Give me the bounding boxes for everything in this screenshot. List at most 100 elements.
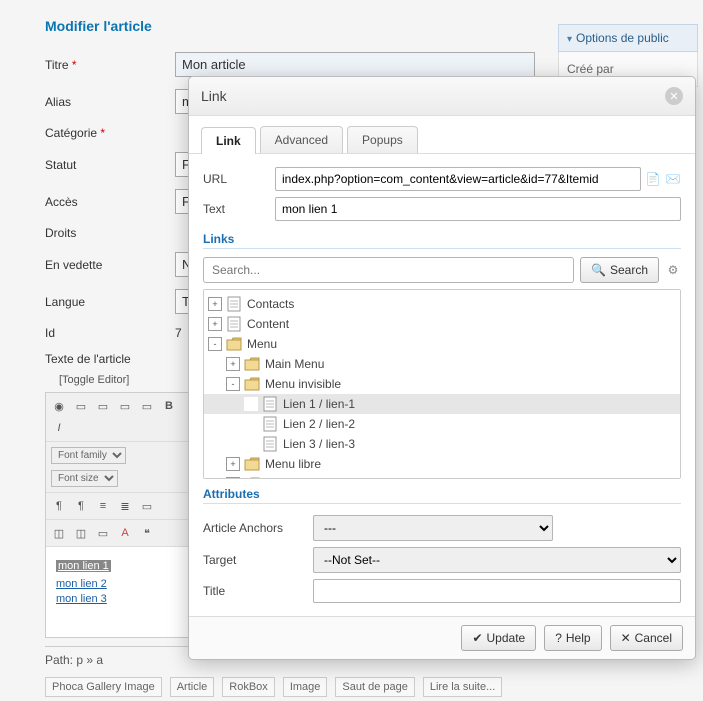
font-size-select[interactable]: Font size (51, 470, 118, 487)
content-link[interactable]: mon lien 3 (56, 593, 184, 605)
tool-icon[interactable]: ▭ (93, 396, 113, 416)
page-icon (226, 316, 242, 332)
footer-btn[interactable]: RokBox (222, 677, 275, 697)
tree-node[interactable]: Lien 2 / lien-2 (204, 414, 680, 434)
content-link[interactable]: mon lien 2 (56, 578, 184, 590)
x-icon: ✕ (621, 631, 631, 645)
tree-node[interactable]: +Menu libre (204, 454, 680, 474)
folder-icon (244, 356, 260, 372)
links-legend: Links (203, 224, 681, 249)
footer-btn[interactable]: Lire la suite... (423, 677, 502, 697)
tool-icon[interactable]: ¶ (49, 496, 69, 516)
dialog-title: Link (201, 88, 227, 104)
search-button[interactable]: 🔍Search (580, 257, 659, 283)
editor-toolbar-1: ◉▭▭▭▭BI (46, 393, 194, 442)
page-icon (262, 416, 278, 432)
attributes-legend: Attributes (203, 479, 681, 504)
editor-toolbar-4: ◫◫▭A❝ (46, 520, 194, 547)
tree-node[interactable]: Lien 1 / lien-1 (204, 394, 680, 414)
tool-icon[interactable]: ◫ (49, 523, 69, 543)
editor-toolbar-2: Font family Font size (46, 442, 194, 493)
footer-btn[interactable]: Image (283, 677, 328, 697)
tree-node[interactable]: Lien 3 / lien-3 (204, 434, 680, 454)
cancel-button[interactable]: ✕Cancel (610, 625, 683, 651)
side-panel-title[interactable]: Options de public (558, 24, 698, 52)
tree-label: Lien 3 / lien-3 (283, 437, 355, 451)
target-label: Target (203, 553, 313, 567)
gear-icon[interactable]: ⚙ (665, 262, 681, 278)
font-family-select[interactable]: Font family (51, 447, 126, 464)
tree-node[interactable]: -Menu invisible (204, 374, 680, 394)
label-droits: Droits (45, 226, 175, 240)
bold-icon[interactable]: B (159, 396, 179, 416)
tab-popups[interactable]: Popups (347, 126, 418, 153)
tool-icon[interactable]: ¶ (71, 496, 91, 516)
footer-btn[interactable]: Phoca Gallery Image (45, 677, 162, 697)
tool-icon[interactable]: ◫ (71, 523, 91, 543)
tool-icon[interactable]: ❝ (137, 523, 157, 543)
help-button[interactable]: ?Help (544, 625, 601, 651)
tree-label: Contacts (247, 297, 294, 311)
footer-btn[interactable]: Saut de page (335, 677, 414, 697)
expand-icon[interactable]: + (226, 357, 240, 371)
folder-icon (244, 456, 260, 472)
check-icon: ✔ (472, 631, 482, 645)
label-acces: Accès (45, 195, 175, 209)
tool-icon[interactable]: ▭ (71, 396, 91, 416)
spacer (244, 437, 258, 451)
footer-btn[interactable]: Article (170, 677, 215, 697)
link-dialog: Link ✕ Link Advanced Popups URL 📄 ✉️ Tex… (188, 76, 696, 660)
label-vedette: En vedette (45, 258, 175, 272)
browse-icon[interactable]: 📄 (645, 171, 661, 187)
tool-icon[interactable]: ≣ (115, 496, 135, 516)
tree-label: Menu (247, 337, 277, 351)
label-statut: Statut (45, 158, 175, 172)
text-label: Text (203, 202, 275, 216)
anchors-label: Article Anchors (203, 521, 313, 535)
search-icon: 🔍 (591, 263, 606, 277)
anchors-select[interactable]: --- (313, 515, 553, 541)
expand-icon[interactable]: + (226, 457, 240, 471)
required-mark: * (72, 58, 77, 72)
tool-icon[interactable]: ▭ (93, 523, 113, 543)
text-input[interactable] (275, 197, 681, 221)
page-icon (226, 296, 242, 312)
mail-icon[interactable]: ✉️ (665, 171, 681, 187)
tab-link[interactable]: Link (201, 127, 256, 154)
target-select[interactable]: --Not Set-- (313, 547, 681, 573)
tool-icon[interactable]: ◉ (49, 396, 69, 416)
tab-advanced[interactable]: Advanced (260, 126, 343, 153)
tree-label: Lien 1 / lien-1 (283, 397, 355, 411)
expand-icon[interactable]: + (208, 297, 222, 311)
close-icon[interactable]: ✕ (665, 87, 683, 105)
question-icon: ? (555, 631, 562, 645)
tool-icon[interactable]: ▭ (137, 496, 157, 516)
search-input[interactable] (203, 257, 574, 283)
url-label: URL (203, 172, 275, 186)
tool-icon[interactable]: ≡ (93, 496, 113, 516)
italic-icon[interactable]: I (49, 418, 69, 438)
title-input[interactable] (313, 579, 681, 603)
collapse-icon[interactable]: - (208, 337, 222, 351)
url-input[interactable] (275, 167, 641, 191)
label-alias: Alias (45, 95, 175, 109)
tree-node[interactable]: + Content (204, 314, 680, 334)
link-tree[interactable]: + Contacts + Content - Menu + Main Menu -Menu in… (203, 289, 681, 479)
update-button[interactable]: ✔Update (461, 625, 536, 651)
tool-icon[interactable]: A (115, 523, 135, 543)
tree-node[interactable]: + Contacts (204, 294, 680, 314)
tool-icon[interactable]: ▭ (137, 396, 157, 416)
page-icon (262, 436, 278, 452)
tree-label: Main Menu (265, 357, 324, 371)
editor-content[interactable]: mon lien 1 mon lien 2 mon lien 3 (46, 547, 194, 637)
tree-node[interactable]: + Main Menu (204, 354, 680, 374)
tool-icon[interactable]: ▭ (115, 396, 135, 416)
content-link[interactable]: mon lien 1 (56, 560, 111, 572)
title-label: Title (203, 584, 313, 598)
collapse-icon[interactable]: - (226, 377, 240, 391)
tree-label: Content (247, 317, 289, 331)
tree-node[interactable]: - Menu (204, 334, 680, 354)
expand-icon[interactable]: + (208, 317, 222, 331)
label-id: Id (45, 326, 175, 340)
titre-input[interactable] (175, 52, 535, 77)
